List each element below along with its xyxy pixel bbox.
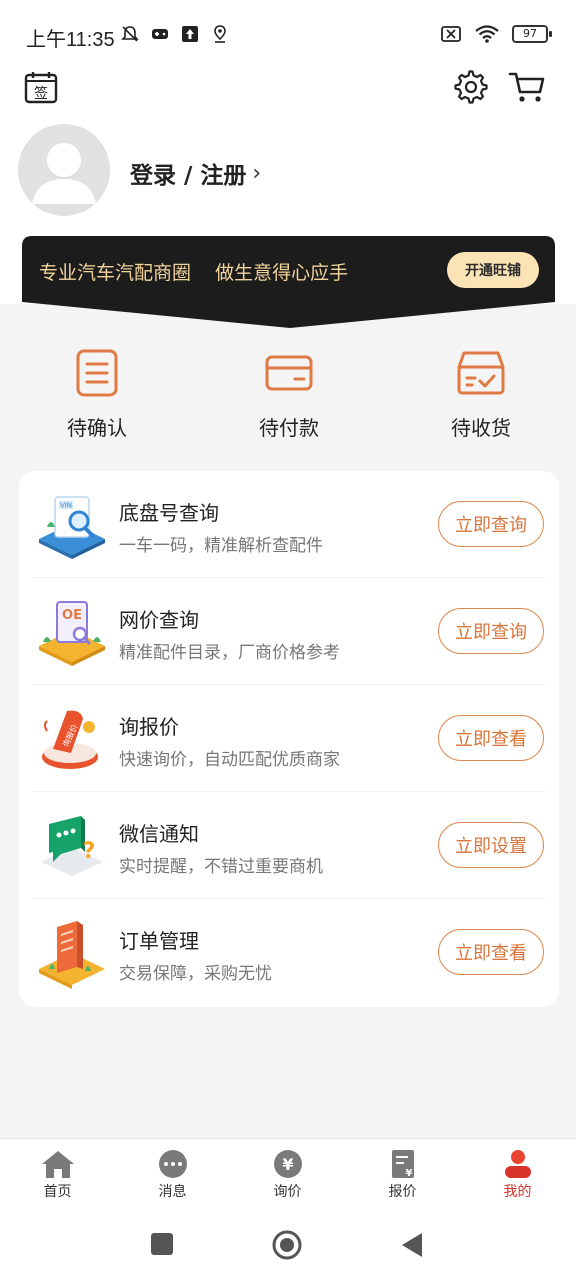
status-time: 上午11:35 xyxy=(26,29,115,51)
service-desc: 快速询价，自动匹配优质商家 xyxy=(119,750,340,770)
sim-off-icon xyxy=(441,26,461,42)
svg-text:签: 签 xyxy=(34,85,48,102)
quote-icon: 询报价 xyxy=(42,710,98,769)
vin-badge: VIN xyxy=(60,502,72,510)
wifi-icon xyxy=(475,25,499,43)
tab-profile[interactable]: 我的 xyxy=(460,1139,575,1211)
order-manage-icon xyxy=(39,921,105,989)
tab-label: 我的 xyxy=(503,1184,532,1200)
svg-text:¥: ¥ xyxy=(282,1155,293,1174)
service-title: 订单管理 xyxy=(119,929,199,953)
bottom-tab-bar: 首页 消息 ¥ 询价 ¥ 报价 我的 xyxy=(0,1138,576,1210)
service-action-button[interactable]: 立即查询 xyxy=(438,501,544,547)
service-title: 底盘号查询 xyxy=(119,501,219,525)
order-status-bar: 待确认 待付款 待收货 xyxy=(0,340,576,450)
tab-messages[interactable]: 消息 xyxy=(115,1139,230,1211)
oe-badge: OE xyxy=(62,608,82,623)
status-bar: 上午11:35 97 xyxy=(0,18,576,54)
profile-icon xyxy=(504,1150,531,1178)
battery-indicator: 97 xyxy=(512,25,552,43)
order-status-label: 待确认 xyxy=(67,416,127,440)
location-icon xyxy=(214,25,226,43)
checkin-calendar-icon[interactable]: 签 xyxy=(24,70,58,104)
service-desc: 精准配件目录，厂商价格参考 xyxy=(119,643,340,663)
settings-gear-icon[interactable] xyxy=(454,70,488,104)
box-icon xyxy=(457,351,505,395)
service-action-button[interactable]: 立即查看 xyxy=(438,929,544,975)
service-action-button[interactable]: 立即查看 xyxy=(438,715,544,761)
status-icons-right: 97 xyxy=(440,24,552,44)
chevron-right-icon: › xyxy=(252,160,262,186)
oe-price-icon: OE xyxy=(39,601,105,666)
service-list-card: VIN 底盘号查询 一车一码，精准解析查配件 立即查询 OE 网价查询 精准配件… xyxy=(19,471,559,1007)
avatar[interactable] xyxy=(18,124,110,216)
service-row-oe-price[interactable]: OE 网价查询 精准配件目录，厂商价格参考 立即查询 xyxy=(33,578,545,685)
tab-home[interactable]: 首页 xyxy=(0,1139,115,1211)
service-row-wechat[interactable]: ? 微信通知 实时提醒，不错过重要商机 立即设置 xyxy=(33,792,545,899)
system-navigation-bar xyxy=(0,1210,576,1280)
card-icon xyxy=(265,355,313,391)
service-row-orders[interactable]: 订单管理 交易保障，采购无忧 立即查看 xyxy=(33,899,545,1006)
service-title: 微信通知 xyxy=(119,822,199,846)
tab-label: 报价 xyxy=(388,1184,417,1200)
promo-text: 专业汽车汽配商圈 做生意得心应手 xyxy=(39,262,349,284)
cart-icon[interactable] xyxy=(508,70,546,104)
open-shop-button[interactable]: 开通旺铺 xyxy=(447,252,539,288)
clipboard-icon xyxy=(76,349,118,397)
recent-apps-button[interactable] xyxy=(150,1232,174,1256)
wechat-notify-icon: ? xyxy=(41,816,103,876)
order-status-pending-payment[interactable]: 待付款 xyxy=(209,340,369,450)
service-desc: 实时提醒，不错过重要商机 xyxy=(119,857,323,877)
message-icon xyxy=(158,1150,187,1178)
home-icon xyxy=(41,1151,74,1178)
mute-bell-icon xyxy=(121,26,139,42)
tab-label: 首页 xyxy=(43,1184,72,1200)
order-status-pending-confirm[interactable]: 待确认 xyxy=(17,340,177,450)
service-action-button[interactable]: 立即查询 xyxy=(438,608,544,654)
service-action-button[interactable]: 立即设置 xyxy=(438,822,544,868)
login-register-link[interactable]: 登录 / 注册 › xyxy=(130,156,261,190)
order-status-label: 待收货 xyxy=(451,416,511,440)
order-status-pending-receipt[interactable]: 待收货 xyxy=(401,340,561,450)
service-row-quote[interactable]: 询报价 询报价 快速询价，自动匹配优质商家 立即查看 xyxy=(33,685,545,792)
vin-search-icon: VIN xyxy=(39,496,105,559)
svg-text:?: ? xyxy=(83,839,96,864)
gamepad-icon xyxy=(152,29,168,39)
service-title: 网价查询 xyxy=(119,608,199,632)
back-button[interactable] xyxy=(400,1232,424,1258)
quote-doc-icon: ¥ xyxy=(391,1150,414,1179)
default-avatar-icon xyxy=(18,124,110,216)
promo-banner[interactable]: 专业汽车汽配商圈 做生意得心应手 开通旺铺 xyxy=(22,236,555,328)
service-title: 询报价 xyxy=(119,715,179,739)
inquiry-icon: ¥ xyxy=(273,1150,302,1178)
tab-quote[interactable]: ¥ 报价 xyxy=(345,1139,460,1211)
service-desc: 交易保障，采购无忧 xyxy=(119,964,272,984)
service-desc: 一车一码，精准解析查配件 xyxy=(119,536,323,556)
home-button[interactable] xyxy=(272,1230,302,1260)
service-row-vin[interactable]: VIN 底盘号查询 一车一码，精准解析查配件 立即查询 xyxy=(33,471,545,578)
status-icons-left xyxy=(120,24,230,44)
order-status-label: 待付款 xyxy=(259,416,319,440)
login-register-label: 登录 / 注册 xyxy=(130,163,247,189)
svg-text:¥: ¥ xyxy=(405,1168,412,1179)
tab-label: 消息 xyxy=(158,1184,187,1200)
tab-label: 询价 xyxy=(273,1184,302,1200)
tab-inquiry[interactable]: ¥ 询价 xyxy=(230,1139,345,1211)
upload-icon xyxy=(182,26,198,42)
